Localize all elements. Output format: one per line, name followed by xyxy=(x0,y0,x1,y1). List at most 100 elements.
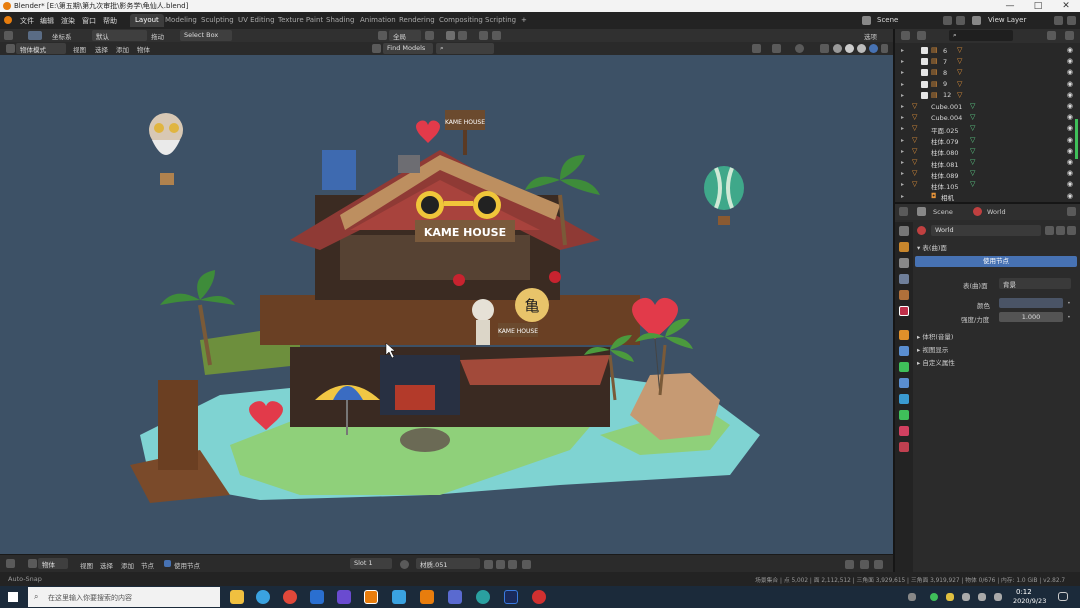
find-models-button[interactable]: Find Models xyxy=(383,43,433,54)
physics-tab-icon[interactable] xyxy=(899,378,909,388)
visibility-eye-icon[interactable]: ◉ xyxy=(1067,147,1073,155)
texture-tab-icon[interactable] xyxy=(899,442,909,452)
expand-arrow-icon[interactable]: ▸ xyxy=(901,47,904,54)
tray-icon[interactable] xyxy=(930,593,938,601)
expand-arrow-icon[interactable]: ▸ xyxy=(901,81,904,88)
outliner-item-name[interactable]: 柱体.105 xyxy=(931,181,958,191)
tab-shading[interactable]: Shading xyxy=(321,14,359,27)
transform-orientation-dropdown[interactable]: 全局 xyxy=(389,30,421,41)
menu-object[interactable]: 物体 xyxy=(137,44,150,54)
shading-options-icon[interactable] xyxy=(881,44,888,53)
constraints-tab-icon[interactable] xyxy=(899,394,909,404)
tray-icon[interactable] xyxy=(946,593,954,601)
outliner-item-name[interactable]: 9 xyxy=(943,80,947,88)
outliner-row[interactable]: ▸ ▽ 柱体.080 ▽ ◉ xyxy=(895,146,1080,158)
outliner-row[interactable]: ▸ ▤ 12 ▽ ◉ xyxy=(895,90,1080,101)
material-shading-icon[interactable] xyxy=(857,44,866,53)
maximize-button[interactable]: □ xyxy=(1024,0,1052,12)
modifier-tab-icon[interactable] xyxy=(899,346,909,356)
outliner-item-name[interactable]: 相机 xyxy=(941,192,954,202)
snap-icon[interactable] xyxy=(860,560,869,569)
new-view-layer-icon[interactable] xyxy=(1054,16,1063,25)
outliner-item-name[interactable]: 12 xyxy=(943,91,951,99)
outliner-row[interactable]: ▸ ▤ 7 ▽ ◉ xyxy=(895,56,1080,67)
shader-type-dropdown[interactable]: 物体 xyxy=(38,558,68,569)
outliner-item-name[interactable]: 6 xyxy=(943,47,947,55)
volume-icon[interactable] xyxy=(978,593,986,601)
visibility-eye-icon[interactable]: ◉ xyxy=(1067,180,1073,188)
taskbar-search-input[interactable]: ⌕ 在这里输入你要搜索的内容 xyxy=(28,587,220,607)
outliner-item-name[interactable]: 8 xyxy=(943,69,947,77)
section-viewport-display[interactable]: ▸ 视图显示 xyxy=(917,344,948,354)
collection-checkbox[interactable] xyxy=(921,69,928,77)
new-world-icon[interactable] xyxy=(1056,226,1065,235)
material-name-field[interactable]: 材质.051 xyxy=(416,558,480,569)
object-tab-icon[interactable] xyxy=(899,330,909,340)
menu-add[interactable]: 添加 xyxy=(121,560,134,570)
blender-menu-icon[interactable] xyxy=(4,16,12,24)
expand-arrow-icon[interactable]: ▸ xyxy=(901,58,904,65)
clock-date[interactable]: 2020/9/23 xyxy=(1013,597,1046,605)
mail-icon[interactable] xyxy=(310,590,324,604)
scene-name[interactable]: Scene xyxy=(877,16,898,24)
unlink-world-icon[interactable] xyxy=(1067,226,1076,235)
editor-type-icon[interactable] xyxy=(4,31,13,40)
tab-rendering[interactable]: Rendering xyxy=(394,14,440,27)
mode-dropdown[interactable]: 物体模式 xyxy=(16,43,66,54)
start-button-icon[interactable] xyxy=(8,592,18,602)
outliner-row[interactable]: ▸ ▽ 柱体.081 ▽ ◉ xyxy=(895,157,1080,169)
section-custom-properties[interactable]: ▸ 自定义属性 xyxy=(917,357,955,367)
menu-file[interactable]: 文件 xyxy=(20,16,34,26)
use-nodes-button[interactable]: 使用节点 xyxy=(915,256,1077,267)
expand-arrow-icon[interactable]: ▸ xyxy=(901,69,904,76)
menu-render[interactable]: 渲染 xyxy=(61,16,75,26)
visibility-eye-icon[interactable]: ◉ xyxy=(1067,68,1073,76)
outliner-row[interactable]: ▸ ◘ 相机 ◉ xyxy=(895,191,1080,203)
collection-checkbox[interactable] xyxy=(921,91,928,99)
scene-tab-icon[interactable] xyxy=(899,290,909,300)
view-layer-tab-icon[interactable] xyxy=(899,274,909,284)
visibility-icon[interactable] xyxy=(752,44,761,53)
display-mode-icon[interactable] xyxy=(917,31,926,40)
visibility-eye-icon[interactable]: ◉ xyxy=(1067,169,1073,177)
collection-checkbox[interactable] xyxy=(921,58,928,66)
pivot-point-icon[interactable] xyxy=(425,31,434,40)
3d-viewport[interactable]: KAME HOUSE KAME HOUSE 亀 KAME HOUSE xyxy=(0,55,893,554)
view-layer-name[interactable]: View Layer xyxy=(988,16,1026,24)
file-explorer-icon[interactable] xyxy=(230,590,244,604)
outliner-row[interactable]: ▸ ▤ 8 ▽ ◉ xyxy=(895,67,1080,78)
close-button[interactable]: ✕ xyxy=(1052,0,1080,12)
new-material-icon[interactable] xyxy=(496,560,505,569)
use-nodes-checkbox[interactable] xyxy=(164,560,171,567)
expand-arrow-icon[interactable]: ▸ xyxy=(901,170,904,177)
falloff-icon[interactable] xyxy=(492,31,501,40)
wireframe-shading-icon[interactable] xyxy=(833,44,842,53)
tab-scripting[interactable]: Scripting xyxy=(480,14,521,27)
menu-view[interactable]: 视图 xyxy=(80,560,93,570)
music-app-icon[interactable] xyxy=(532,590,546,604)
section-volume[interactable]: ▸ 体积(音量) xyxy=(917,331,953,341)
xray-icon[interactable] xyxy=(820,44,829,53)
delete-scene-icon[interactable] xyxy=(956,16,965,25)
minimize-button[interactable]: — xyxy=(996,0,1024,12)
expand-arrow-icon[interactable]: ▸ xyxy=(901,148,904,155)
app-icon[interactable] xyxy=(476,590,490,604)
outliner-scrollbar[interactable] xyxy=(1075,119,1078,159)
browser-icon[interactable] xyxy=(256,590,270,604)
outliner-row[interactable]: ▸ ▽ 柱体.089 ▽ ◉ xyxy=(895,168,1080,180)
app-icon[interactable] xyxy=(392,590,406,604)
outliner-row[interactable]: ▸ ▽ 柱体.105 ▽ ◉ xyxy=(895,179,1080,191)
notifications-icon[interactable] xyxy=(1058,592,1068,601)
visibility-eye-icon[interactable]: ◉ xyxy=(1067,136,1073,144)
visibility-eye-icon[interactable]: ◉ xyxy=(1067,113,1073,121)
section-surface[interactable]: ▾ 表(曲)面 xyxy=(917,242,947,252)
tray-icon[interactable] xyxy=(908,593,916,601)
editor-type-icon[interactable] xyxy=(899,207,908,216)
tab-layout[interactable]: Layout xyxy=(130,14,164,27)
tool-tab-icon[interactable] xyxy=(899,226,909,236)
new-scene-icon[interactable] xyxy=(943,16,952,25)
rendered-shading-icon[interactable] xyxy=(869,44,878,53)
find-models-search[interactable]: ⌕ xyxy=(436,43,494,54)
visibility-eye-icon[interactable]: ◉ xyxy=(1067,80,1073,88)
visibility-eye-icon[interactable]: ◉ xyxy=(1067,102,1073,110)
